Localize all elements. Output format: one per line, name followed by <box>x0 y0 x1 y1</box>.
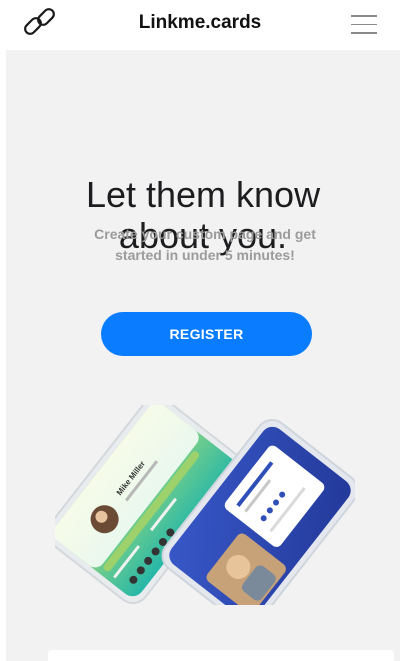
register-button[interactable]: REGISTER <box>101 312 312 356</box>
phone-mockup-illustration: Mike Miller <box>55 405 355 605</box>
subtext-line-2: started in under 5 minutes! <box>115 247 295 263</box>
hero-subtext: Create your custom page and get started … <box>70 224 340 266</box>
top-nav-bar: Linkme.cards <box>0 0 400 48</box>
hamburger-menu-icon[interactable] <box>351 15 377 35</box>
subtext-line-1: Create your custom page and get <box>94 226 316 242</box>
brand-title[interactable]: Linkme.cards <box>0 12 400 34</box>
next-section-edge <box>48 650 394 661</box>
headline-line-1: Let them know <box>85 174 321 215</box>
